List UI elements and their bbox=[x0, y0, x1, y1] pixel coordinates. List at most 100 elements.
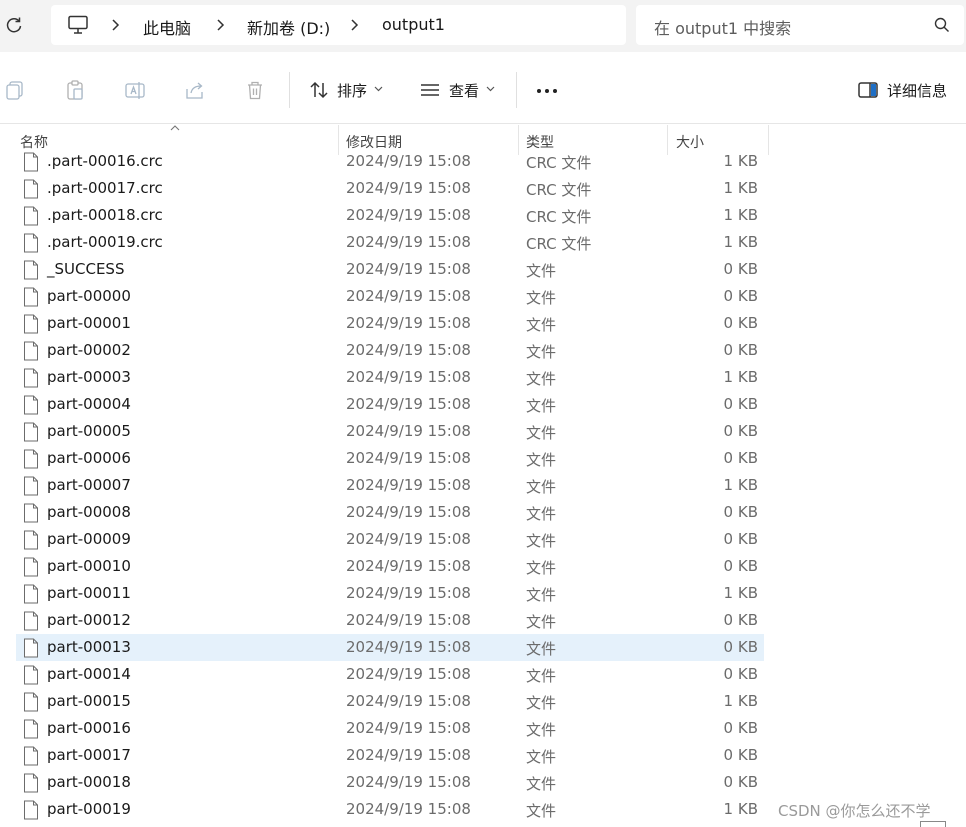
file-row[interactable]: part-00017 2024/9/19 15:08 文件 0 KB bbox=[16, 742, 764, 769]
file-icon bbox=[24, 449, 38, 469]
file-modified-date: 2024/9/19 15:08 bbox=[346, 395, 471, 413]
file-name: part-00004 bbox=[47, 395, 131, 413]
file-type: 文件 bbox=[526, 532, 557, 550]
file-size: 1 KB bbox=[723, 206, 758, 224]
file-size: 0 KB bbox=[723, 638, 758, 656]
file-size: 1 KB bbox=[723, 692, 758, 710]
file-row[interactable]: part-00011 2024/9/19 15:08 文件 1 KB bbox=[16, 580, 764, 607]
breadcrumb[interactable]: 此电脑 新加卷 (D:) output1 bbox=[51, 5, 626, 45]
file-name: .part-00016.crc bbox=[47, 152, 163, 170]
file-modified-date: 2024/9/19 15:08 bbox=[346, 692, 471, 710]
file-name: part-00017 bbox=[47, 746, 131, 764]
file-modified-date: 2024/9/19 15:08 bbox=[346, 152, 471, 170]
file-type: 文件 bbox=[526, 721, 557, 739]
file-modified-date: 2024/9/19 15:08 bbox=[346, 260, 471, 278]
file-icon bbox=[24, 746, 38, 766]
details-button[interactable]: 详细信息 bbox=[887, 80, 947, 101]
computer-icon[interactable] bbox=[67, 15, 89, 35]
file-icon bbox=[24, 530, 38, 550]
chevron-down-icon[interactable] bbox=[486, 86, 495, 92]
file-type: 文件 bbox=[526, 262, 557, 280]
sort-button[interactable]: 排序 bbox=[337, 80, 367, 101]
file-row[interactable]: .part-00018.crc 2024/9/19 15:08 CRC 文件 1 KB bbox=[16, 202, 764, 229]
details-pane-icon[interactable] bbox=[857, 79, 879, 101]
file-row[interactable]: part-00008 2024/9/19 15:08 文件 0 KB bbox=[16, 499, 764, 526]
file-size: 0 KB bbox=[723, 530, 758, 548]
file-row[interactable]: part-00001 2024/9/19 15:08 文件 0 KB bbox=[16, 310, 764, 337]
file-modified-date: 2024/9/19 15:08 bbox=[346, 665, 471, 683]
file-row[interactable]: .part-00016.crc 2024/9/19 15:08 CRC 文件 1 KB bbox=[16, 148, 764, 175]
file-name: part-00019 bbox=[47, 800, 131, 818]
file-row[interactable]: .part-00019.crc 2024/9/19 15:08 CRC 文件 1 KB bbox=[16, 229, 764, 256]
search-input[interactable]: 在 output1 中搜索 bbox=[654, 15, 791, 39]
file-row[interactable]: part-00010 2024/9/19 15:08 文件 0 KB bbox=[16, 553, 764, 580]
file-row[interactable]: .part-00017.crc 2024/9/19 15:08 CRC 文件 1 KB bbox=[16, 175, 764, 202]
file-icon bbox=[24, 638, 38, 658]
file-row[interactable]: part-00004 2024/9/19 15:08 文件 0 KB bbox=[16, 391, 764, 418]
file-row[interactable]: part-00013 2024/9/19 15:08 文件 0 KB bbox=[16, 634, 764, 661]
file-row[interactable]: part-00019 2024/9/19 15:08 文件 1 KB bbox=[16, 796, 764, 823]
breadcrumb-item-drive-d[interactable]: 新加卷 (D:) bbox=[247, 15, 330, 39]
copy-icon[interactable] bbox=[4, 79, 26, 101]
file-row[interactable]: part-00003 2024/9/19 15:08 文件 1 KB bbox=[16, 364, 764, 391]
chevron-right-icon[interactable] bbox=[109, 17, 121, 33]
view-button[interactable]: 查看 bbox=[449, 80, 479, 101]
file-size: 1 KB bbox=[723, 800, 758, 818]
file-size: 1 KB bbox=[723, 233, 758, 251]
file-row[interactable]: part-00007 2024/9/19 15:08 文件 1 KB bbox=[16, 472, 764, 499]
file-name: part-00010 bbox=[47, 557, 131, 575]
file-row[interactable]: part-00006 2024/9/19 15:08 文件 0 KB bbox=[16, 445, 764, 472]
file-name: part-00016 bbox=[47, 719, 131, 737]
file-modified-date: 2024/9/19 15:08 bbox=[346, 584, 471, 602]
file-icon bbox=[24, 800, 38, 820]
file-icon bbox=[24, 206, 38, 226]
file-icon bbox=[24, 368, 38, 388]
file-icon bbox=[24, 287, 38, 307]
file-name: part-00012 bbox=[47, 611, 131, 629]
delete-icon[interactable] bbox=[244, 79, 266, 101]
file-icon bbox=[24, 422, 38, 442]
file-name: part-00008 bbox=[47, 503, 131, 521]
breadcrumb-item-this-pc[interactable]: 此电脑 bbox=[143, 15, 191, 39]
chevron-right-icon[interactable] bbox=[348, 17, 360, 33]
chevron-right-icon[interactable] bbox=[214, 17, 226, 33]
search-box[interactable]: 在 output1 中搜索 bbox=[636, 5, 964, 45]
file-icon bbox=[24, 773, 38, 793]
file-row[interactable]: part-00014 2024/9/19 15:08 文件 0 KB bbox=[16, 661, 764, 688]
file-row[interactable]: part-00018 2024/9/19 15:08 文件 0 KB bbox=[16, 769, 764, 796]
view-icon[interactable] bbox=[419, 79, 441, 101]
refresh-icon[interactable] bbox=[4, 15, 24, 35]
address-bar-area: 此电脑 新加卷 (D:) output1 在 output1 中搜索 bbox=[0, 0, 966, 52]
file-size: 0 KB bbox=[723, 773, 758, 791]
file-type: 文件 bbox=[526, 478, 557, 496]
file-row[interactable]: _SUCCESS 2024/9/19 15:08 文件 0 KB bbox=[16, 256, 764, 283]
file-row[interactable]: part-00009 2024/9/19 15:08 文件 0 KB bbox=[16, 526, 764, 553]
file-type: 文件 bbox=[526, 343, 557, 361]
file-name: _SUCCESS bbox=[47, 260, 125, 278]
file-name: part-00006 bbox=[47, 449, 131, 467]
file-row[interactable]: part-00012 2024/9/19 15:08 文件 0 KB bbox=[16, 607, 764, 634]
file-row[interactable]: part-00005 2024/9/19 15:08 文件 0 KB bbox=[16, 418, 764, 445]
rename-icon[interactable] bbox=[124, 79, 146, 101]
file-type: 文件 bbox=[526, 424, 557, 442]
search-icon[interactable] bbox=[934, 17, 950, 33]
toolbar-divider bbox=[516, 72, 517, 108]
file-name: part-00001 bbox=[47, 314, 131, 332]
file-size: 1 KB bbox=[723, 152, 758, 170]
file-modified-date: 2024/9/19 15:08 bbox=[346, 287, 471, 305]
file-row[interactable]: part-00016 2024/9/19 15:08 文件 0 KB bbox=[16, 715, 764, 742]
sort-icon[interactable] bbox=[308, 79, 330, 101]
file-row[interactable]: part-00015 2024/9/19 15:08 文件 1 KB bbox=[16, 688, 764, 715]
more-options-icon[interactable] bbox=[536, 88, 558, 94]
file-row[interactable]: part-00002 2024/9/19 15:08 文件 0 KB bbox=[16, 337, 764, 364]
chevron-down-icon[interactable] bbox=[374, 86, 383, 92]
file-modified-date: 2024/9/19 15:08 bbox=[346, 503, 471, 521]
file-icon bbox=[24, 152, 38, 172]
sort-ascending-icon bbox=[170, 125, 180, 131]
breadcrumb-item-output1[interactable]: output1 bbox=[382, 15, 445, 34]
file-name: part-00015 bbox=[47, 692, 131, 710]
file-row[interactable]: part-00000 2024/9/19 15:08 文件 0 KB bbox=[16, 283, 764, 310]
file-icon bbox=[24, 476, 38, 496]
paste-icon[interactable] bbox=[64, 79, 86, 101]
share-icon[interactable] bbox=[184, 79, 206, 101]
